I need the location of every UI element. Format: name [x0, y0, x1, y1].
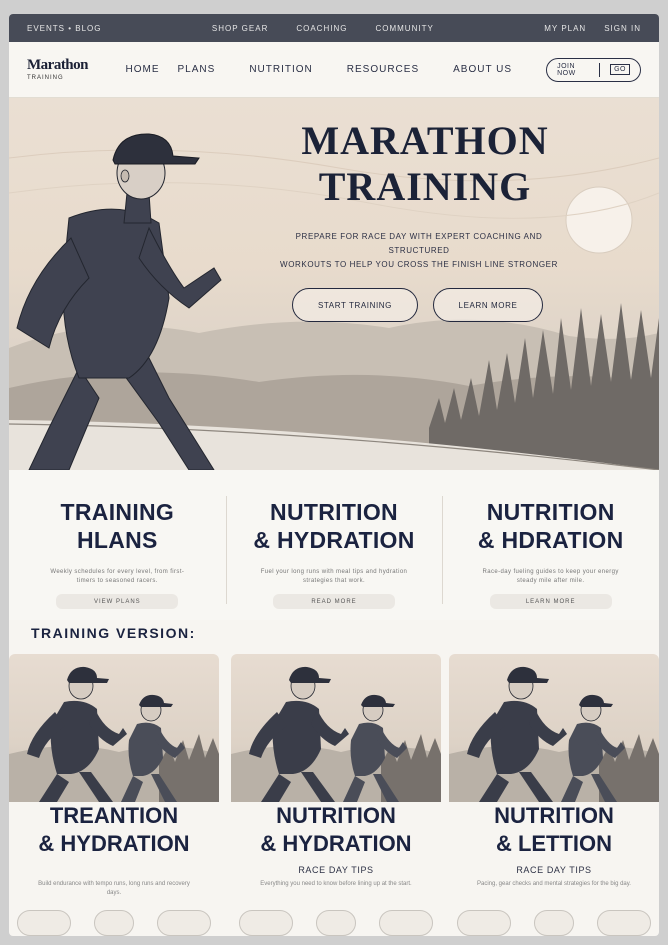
- card-description: Everything you need to know before linin…: [260, 881, 412, 887]
- nav-item-resources[interactable]: RESOURCES: [347, 64, 419, 75]
- features-row: TRAINING HLANS Weekly schedules for ever…: [9, 470, 659, 620]
- feature-title-line1: TRAINING: [60, 499, 175, 525]
- main-navbar: Marathon TRAINING HOME PLANS NUTRITION R…: [9, 42, 659, 98]
- card-title: NUTRITION & HYDRATION: [231, 802, 441, 858]
- feature-title-line2: & HDRATION: [477, 527, 624, 553]
- feature-card: NUTRITION & HDRATION Race-day fueling gu…: [442, 470, 659, 620]
- nav-item-plans[interactable]: PLANS: [178, 64, 216, 75]
- feature-link-button[interactable]: READ MORE: [273, 594, 395, 609]
- training-card[interactable]: TREANTION & HYDRATION Build endurance wi…: [9, 654, 219, 936]
- card-thumbnails: [17, 910, 211, 936]
- nav-item-about[interactable]: ABOUT US: [453, 64, 512, 75]
- card-meta: RACE DAY TIPS: [298, 865, 374, 875]
- start-training-button[interactable]: START TRAINING: [292, 288, 418, 322]
- utility-link-sign-in[interactable]: SIGN IN: [604, 24, 641, 33]
- feature-title-line2: HLANS: [76, 527, 158, 553]
- training-card[interactable]: NUTRITION & LETTION RACE DAY TIPS Pacing…: [449, 654, 659, 936]
- page-frame: EVENTS • BLOG SHOP GEAR COACHING COMMUNI…: [9, 14, 659, 936]
- logo-wordmark: Marathon: [27, 57, 88, 73]
- feature-title: NUTRITION & HYDRATION: [253, 498, 414, 554]
- learn-more-button[interactable]: LEARN MORE: [433, 288, 543, 322]
- card-title-line2: & HYDRATION: [260, 831, 412, 856]
- section-heading: TRAINING VERSION:: [31, 625, 196, 641]
- nav-item-home[interactable]: HOME: [126, 64, 160, 75]
- card-meta: RACE DAY TIPS: [516, 865, 592, 875]
- card-thumbnails: [457, 910, 651, 936]
- feature-link-button[interactable]: LEARN MORE: [489, 594, 612, 609]
- cta-divider: [599, 62, 601, 77]
- runners-illustration: [9, 666, 219, 802]
- utility-link-coaching[interactable]: COACHING: [296, 24, 347, 33]
- utility-link-community[interactable]: COMMUNITY: [375, 24, 433, 33]
- feature-title-line2: & HYDRATION: [253, 527, 415, 553]
- feature-link-button[interactable]: VIEW PLANS: [56, 594, 179, 609]
- runners-illustration: [231, 666, 441, 802]
- card-title: TREANTION & HYDRATION: [9, 802, 219, 858]
- hero-subtitle: PREPARE FOR RACE DAY WITH EXPERT COACHIN…: [279, 230, 559, 272]
- card-thumbnail[interactable]: [597, 910, 651, 936]
- utility-bar: EVENTS • BLOG SHOP GEAR COACHING COMMUNI…: [9, 14, 659, 42]
- card-image: [231, 654, 441, 802]
- cta-go-label: GO: [610, 64, 630, 75]
- card-title-line1: NUTRITION: [494, 803, 614, 828]
- card-thumbnail[interactable]: [534, 910, 574, 936]
- card-image: [9, 654, 219, 802]
- join-now-button[interactable]: JOIN NOW GO: [546, 57, 641, 82]
- utility-link-shop[interactable]: SHOP GEAR: [212, 24, 268, 33]
- card-title-line2: & LETTION: [495, 831, 613, 856]
- join-now-label: JOIN NOW: [557, 62, 576, 77]
- utility-link-events[interactable]: EVENTS • BLOG: [27, 24, 101, 33]
- feature-title-line1: NUTRITION: [270, 499, 398, 525]
- feature-title: TRAINING HLANS: [61, 498, 175, 554]
- runners-illustration: [449, 666, 659, 802]
- hero-title: MARATHON TRAINING: [267, 118, 583, 210]
- feature-title: NUTRITION & HDRATION: [478, 498, 624, 554]
- nav-item-nutrition[interactable]: NUTRITION: [249, 64, 312, 75]
- hero-subtitle-line1: PREPARE FOR RACE DAY WITH EXPERT COACHIN…: [295, 232, 543, 255]
- card-thumbnail[interactable]: [17, 910, 71, 936]
- hero-subtitle-line2: WORKOUTS TO HELP YOU CROSS THE FINISH LI…: [280, 260, 558, 269]
- feature-description: Weekly schedules for every level, from f…: [50, 569, 185, 584]
- hero-title-line1: MARATHON: [301, 118, 549, 163]
- feature-title-line1: NUTRITION: [486, 499, 615, 525]
- card-thumbnails: [239, 910, 433, 936]
- card-title-line1: TREANTION: [49, 803, 179, 828]
- card-thumbnail[interactable]: [157, 910, 211, 936]
- feature-card: NUTRITION & HYDRATION Fuel your long run…: [225, 470, 443, 620]
- feature-description: Race-day fueling guides to keep your ene…: [482, 569, 619, 584]
- card-thumbnail[interactable]: [316, 910, 356, 936]
- hero-title-line2: TRAINING: [318, 164, 532, 209]
- card-title-line2: & HYDRATION: [38, 831, 190, 856]
- card-grid: TREANTION & HYDRATION Build endurance wi…: [9, 654, 659, 936]
- card-description: Build endurance with tempo runs, long ru…: [38, 881, 190, 896]
- utility-link-my-plan[interactable]: MY PLAN: [544, 24, 586, 33]
- training-card[interactable]: NUTRITION & HYDRATION RACE DAY TIPS Ever…: [231, 654, 441, 936]
- card-thumbnail[interactable]: [457, 910, 511, 936]
- card-thumbnail[interactable]: [379, 910, 433, 936]
- card-thumbnail[interactable]: [94, 910, 134, 936]
- utility-right-group: MY PLAN SIGN IN: [544, 24, 641, 33]
- feature-card: TRAINING HLANS Weekly schedules for ever…: [9, 470, 226, 620]
- card-image: [449, 654, 659, 802]
- card-title: NUTRITION & LETTION: [449, 802, 659, 858]
- card-description: Pacing, gear checks and mental strategie…: [477, 881, 631, 887]
- card-thumbnail[interactable]: [239, 910, 293, 936]
- feature-description: Fuel your long runs with meal tips and h…: [260, 569, 408, 584]
- nav-menu: HOME PLANS NUTRITION RESOURCES ABOUT US: [126, 64, 547, 75]
- site-logo[interactable]: Marathon TRAINING: [27, 57, 106, 82]
- logo-tagline: TRAINING: [27, 75, 64, 81]
- hero-banner: MARATHON TRAINING PREPARE FOR RACE DAY W…: [9, 98, 659, 470]
- card-title-line1: NUTRITION: [276, 803, 396, 828]
